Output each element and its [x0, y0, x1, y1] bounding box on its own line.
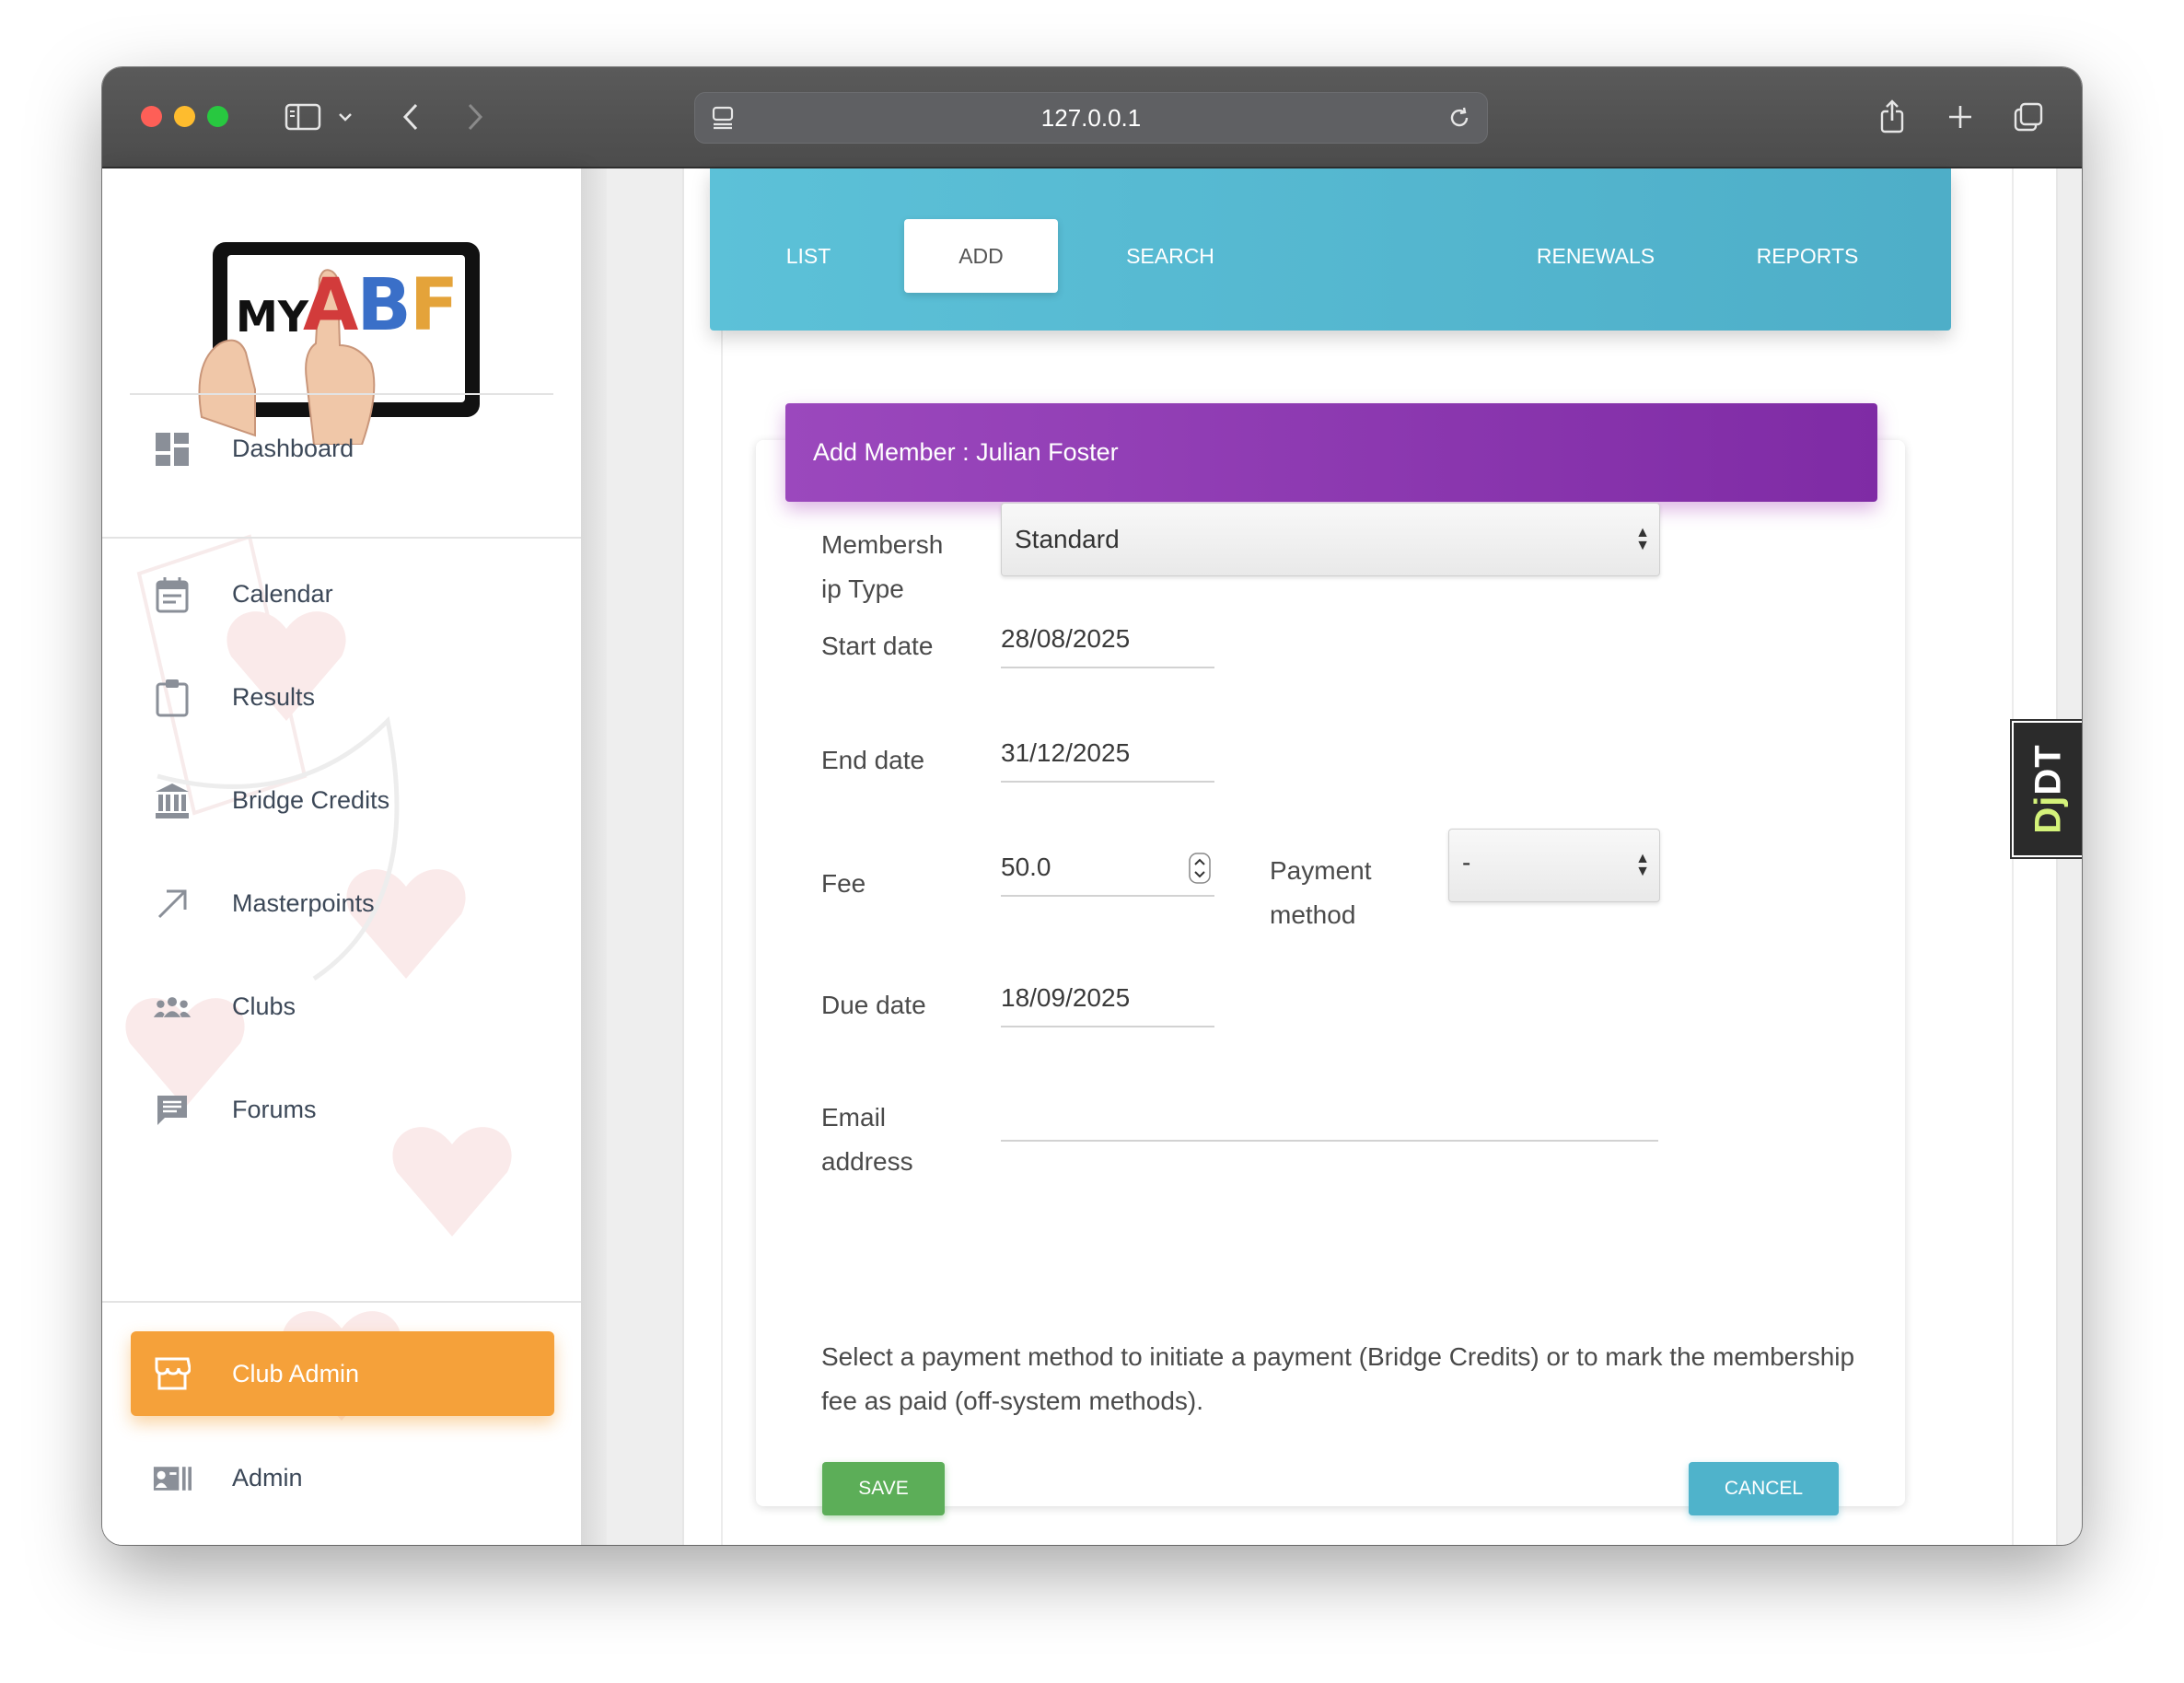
- sidebar-item-forums[interactable]: Forums: [102, 1073, 581, 1146]
- membership-type-value: Standard: [1015, 525, 1120, 553]
- membership-type-select[interactable]: Standard ▲ ▼: [1001, 503, 1660, 576]
- sidebar-item-masterpoints[interactable]: Masterpoints: [102, 866, 581, 940]
- debug-toolbar-dj: Dj: [2027, 795, 2069, 834]
- payment-method-label-line1: Payment: [1270, 856, 1372, 885]
- start-date-underline: [1001, 667, 1214, 668]
- logo-text-abf: ABF: [303, 264, 459, 347]
- sidebar-toggle-icon[interactable]: [281, 95, 325, 139]
- debug-toolbar-handle[interactable]: DjDT: [2012, 721, 2082, 857]
- membership-type-label-line2: ip Type: [821, 575, 904, 603]
- due-date-label: Due date: [821, 991, 926, 1019]
- payment-method-label: Payment method: [1270, 849, 1372, 937]
- fee-stepper-icon[interactable]: [1189, 853, 1211, 884]
- select-arrows-icon: ▲ ▼: [1635, 851, 1650, 879]
- tab-search[interactable]: SEARCH: [1097, 219, 1244, 293]
- save-button[interactable]: SAVE: [822, 1462, 945, 1515]
- zoom-window-button[interactable]: [207, 106, 228, 127]
- page-content: MY ABF Dashboard Calendar Results Bridge…: [102, 168, 2082, 1545]
- sidebar-item-dashboard[interactable]: Dashboard: [102, 412, 581, 485]
- chat-icon: [153, 1091, 192, 1130]
- tab-add[interactable]: ADD: [904, 219, 1058, 293]
- membership-type-label-line1: Membersh: [821, 530, 944, 559]
- card-title: Add Member : Julian Foster: [813, 438, 1119, 466]
- sidebar-item-label: Club Admin: [232, 1360, 360, 1387]
- sidebar-item-admin[interactable]: Admin: [102, 1441, 581, 1515]
- logo-text-my: MY: [236, 292, 309, 342]
- payment-method-select[interactable]: - ▲ ▼: [1448, 829, 1660, 902]
- tab-list[interactable]: LIST: [752, 219, 865, 293]
- forward-icon[interactable]: [461, 95, 489, 139]
- sidebar-divider: [102, 1301, 581, 1303]
- calendar-icon: [153, 575, 192, 614]
- end-date-input[interactable]: 31/12/2025: [1001, 738, 1130, 768]
- card-header: Add Member : Julian Foster: [785, 403, 1877, 502]
- debug-toolbar-label: DjDT: [2028, 744, 2070, 833]
- sidebar-item-label: Forums: [232, 1096, 317, 1123]
- start-date-label: Start date: [821, 632, 934, 660]
- email-label-line2: address: [821, 1147, 913, 1176]
- sidebar-divider: [102, 537, 581, 539]
- email-label-line1: Email: [821, 1103, 887, 1132]
- minimize-window-button[interactable]: [174, 106, 195, 127]
- due-date-input[interactable]: 18/09/2025: [1001, 983, 1130, 1013]
- sidebar-item-results[interactable]: Results: [102, 660, 581, 734]
- browser-window: 127.0.0.1 MY ABF Dashboard Calendar Resu…: [102, 67, 2082, 1545]
- url-text: 127.0.0.1: [1040, 104, 1142, 132]
- sidebar: MY ABF Dashboard Calendar Results Bridge…: [102, 168, 581, 1545]
- sidebar-item-label: Results: [232, 683, 316, 711]
- due-date-underline: [1001, 1026, 1214, 1027]
- share-icon[interactable]: [1874, 95, 1911, 139]
- tab-overview-icon[interactable]: [2010, 95, 2047, 139]
- clipboard-icon: [153, 679, 192, 717]
- fee-input[interactable]: 50.0: [1001, 853, 1051, 882]
- sidebar-divider: [130, 393, 553, 395]
- reload-icon[interactable]: [1443, 96, 1476, 140]
- cancel-button[interactable]: CANCEL: [1689, 1462, 1839, 1515]
- membership-type-label: Membersh ip Type: [821, 523, 943, 611]
- close-window-button[interactable]: [141, 106, 162, 127]
- tab-reports[interactable]: REPORTS: [1734, 219, 1881, 293]
- fee-underline: [1001, 895, 1214, 897]
- start-date-input[interactable]: 28/08/2025: [1001, 624, 1130, 654]
- groups-icon: [153, 988, 192, 1027]
- payment-method-value: -: [1462, 848, 1471, 876]
- payment-method-label-line2: method: [1270, 900, 1356, 929]
- sidebar-item-label: Admin: [232, 1464, 303, 1491]
- tab-bar: LIST ADD SEARCH RENEWALS REPORTS: [710, 168, 1951, 331]
- payment-help-text: Select a payment method to initiate a pa…: [821, 1342, 1855, 1415]
- sidebar-item-label: Masterpoints: [232, 889, 375, 917]
- sidebar-item-clubs[interactable]: Clubs: [102, 969, 581, 1043]
- sidebar-item-calendar[interactable]: Calendar: [102, 557, 581, 631]
- email-label: Email address: [821, 1096, 913, 1184]
- sidebar-item-bridge-credits[interactable]: Bridge Credits: [102, 763, 581, 837]
- new-tab-icon[interactable]: [1942, 95, 1979, 139]
- sidebar-item-label: Bridge Credits: [232, 786, 390, 814]
- address-bar[interactable]: 127.0.0.1: [694, 92, 1488, 144]
- admin-card-icon: [153, 1459, 192, 1498]
- fee-label: Fee: [821, 869, 866, 898]
- dashboard-icon: [153, 430, 192, 469]
- end-date-label: End date: [821, 746, 925, 774]
- sidebar-edge: [581, 168, 607, 1545]
- end-date-underline: [1001, 781, 1214, 783]
- arrow-up-right-icon: [153, 885, 192, 923]
- back-icon[interactable]: [397, 95, 424, 139]
- select-arrows-icon: ▲ ▼: [1635, 525, 1650, 553]
- sidebar-item-club-admin[interactable]: Club Admin: [131, 1331, 554, 1416]
- sidebar-item-label: Calendar: [232, 580, 333, 608]
- storefront-icon: [153, 1354, 192, 1393]
- debug-toolbar-dt: DT: [2027, 744, 2069, 795]
- browser-titlebar: 127.0.0.1: [102, 67, 2082, 168]
- sidebar-item-label: Clubs: [232, 992, 296, 1020]
- tab-renewals[interactable]: RENEWALS: [1516, 219, 1675, 293]
- email-input[interactable]: [1001, 1098, 1658, 1135]
- email-underline: [1001, 1140, 1658, 1142]
- chevron-down-icon[interactable]: [334, 95, 356, 139]
- bank-icon: [153, 782, 192, 820]
- sidebar-item-label: Dashboard: [232, 435, 354, 462]
